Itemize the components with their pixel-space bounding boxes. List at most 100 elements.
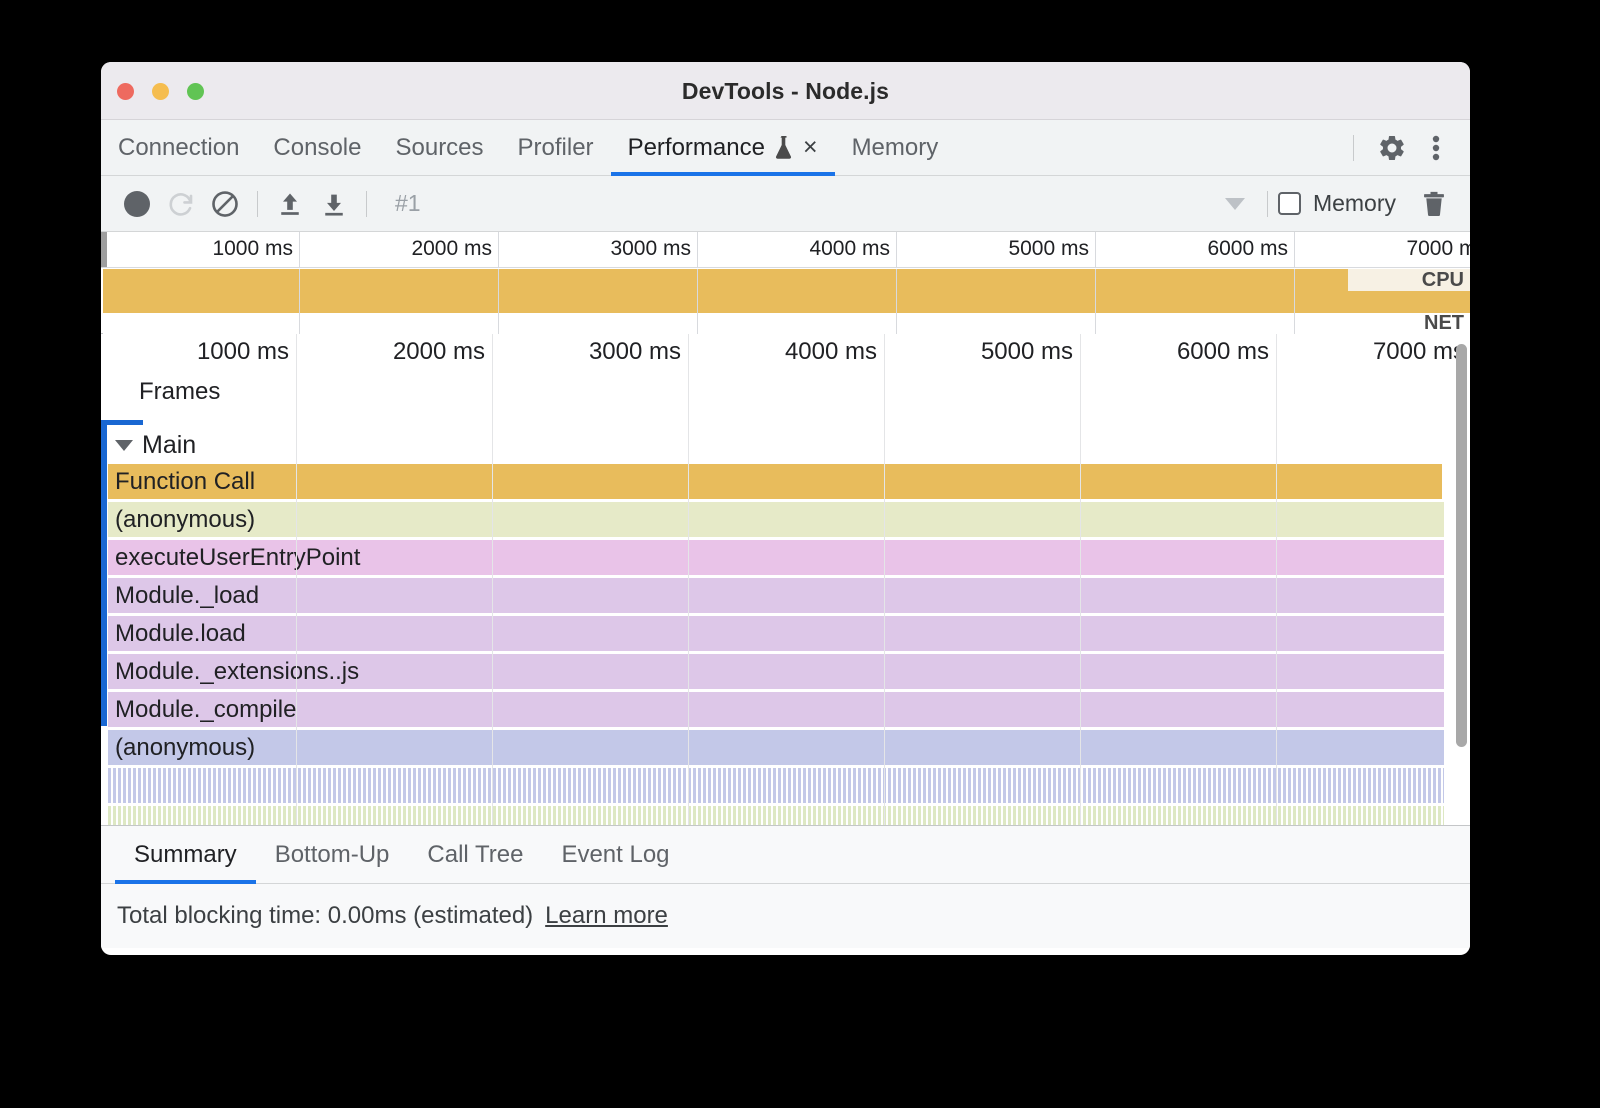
flamechart-tick: 3000 ms: [493, 334, 689, 370]
tab-bottom-up[interactable]: Bottom-Up: [256, 826, 409, 884]
chevron-down-icon[interactable]: [1213, 182, 1257, 226]
close-icon[interactable]: ×: [803, 135, 818, 160]
flamechart-ruler: 1000 ms 2000 ms3000 ms 4000 ms 5000 ms 6000 …: [101, 334, 1470, 370]
panel-tabbar: Connection Console Sources Profiler Perf…: [101, 120, 1470, 176]
flame-bar[interactable]: executeUserEntryPoint: [108, 540, 1444, 575]
learn-more-link[interactable]: Learn more: [545, 902, 668, 930]
overview-tick-label: 3000 ms: [610, 237, 691, 261]
flame-bar-label: (anonymous): [115, 734, 255, 762]
main-track-header[interactable]: Main: [101, 426, 196, 464]
overview-tick-label: 4000 ms: [809, 237, 890, 261]
window-title: DevTools - Node.js: [101, 78, 1470, 105]
clear-no-entry-icon[interactable]: [203, 182, 247, 226]
cpu-track-label: CPU: [1422, 269, 1464, 291]
tabbar-actions: [1339, 128, 1470, 168]
tab-console[interactable]: Console: [256, 120, 378, 176]
flamechart-tick: 7000 ms: [1277, 334, 1470, 370]
overview-tick-label: 6000 ms: [1207, 237, 1288, 261]
overview-tick: 4000 ms: [698, 232, 897, 268]
flamechart-gridline: [688, 334, 689, 825]
overview-tick-label: 2000 ms: [411, 237, 492, 261]
vertical-scrollbar[interactable]: [1456, 344, 1467, 747]
flame-bar[interactable]: Module._load: [108, 578, 1444, 613]
flask-icon: [774, 135, 794, 161]
overview-tick: 3000 ms: [499, 232, 698, 268]
tab-profiler-label: Profiler: [518, 134, 594, 162]
overview-gridline: [299, 269, 300, 334]
window-titlebar: DevTools - Node.js: [101, 62, 1470, 120]
flame-bar-label: Module._extensions..js: [115, 658, 359, 686]
profile-id-label: #1: [395, 190, 421, 217]
net-track[interactable]: [103, 313, 1470, 334]
overview-ruler: 1000 ms2000 ms3000 ms4000 ms5000 ms6000 …: [101, 232, 1470, 268]
tab-summary[interactable]: Summary: [115, 826, 256, 884]
trash-icon[interactable]: [1412, 182, 1456, 226]
main-track-accent-stub: [101, 420, 143, 425]
reload-icon[interactable]: [159, 182, 203, 226]
overview-gridline: [896, 269, 897, 334]
overview-tick: 1000 ms: [101, 232, 300, 268]
flamechart-gridline: [1080, 334, 1081, 825]
gear-icon[interactable]: [1372, 128, 1412, 168]
tab-call-tree[interactable]: Call Tree: [408, 826, 542, 884]
flamechart-tick-label: 5000 ms: [981, 338, 1073, 366]
total-blocking-time-text: Total blocking time: 0.00ms (estimated): [117, 902, 533, 930]
flame-bar-striped[interactable]: [108, 768, 1444, 803]
flame-bar[interactable]: Module.load: [108, 616, 1444, 651]
divider: [366, 191, 367, 217]
flamechart-tick: 6000 ms: [1081, 334, 1277, 370]
flame-bar[interactable]: Module._extensions..js: [108, 654, 1444, 689]
overview-gridline: [1294, 269, 1295, 334]
tab-connection-label: Connection: [118, 134, 239, 162]
overview-tick-label: 1000 ms: [212, 237, 293, 261]
memory-checkbox[interactable]: [1278, 192, 1301, 215]
flamechart-tick: 5000 ms: [885, 334, 1081, 370]
flame-bar-striped[interactable]: [108, 806, 1444, 826]
flame-bar-label: Module._compile: [115, 696, 296, 724]
flame-bar[interactable]: Module._compile: [108, 692, 1444, 727]
chevron-down-icon[interactable]: [115, 440, 133, 451]
record-circle-icon[interactable]: [115, 182, 159, 226]
tab-profiler[interactable]: Profiler: [501, 120, 611, 176]
overview-gridline: [1095, 269, 1096, 334]
flame-bar[interactable]: (anonymous): [108, 502, 1444, 537]
flame-chart-pane[interactable]: 1000 ms 2000 ms3000 ms 4000 ms 5000 ms 6000 …: [101, 334, 1470, 826]
frames-track[interactable]: [101, 374, 1470, 416]
tab-performance-label: Performance: [628, 134, 765, 162]
tab-event-log[interactable]: Event Log: [542, 826, 688, 884]
divider: [1267, 191, 1268, 217]
divider: [257, 191, 258, 217]
tab-performance[interactable]: Performance ×: [611, 120, 835, 176]
overview-gridline: [498, 269, 499, 334]
overview-tick: 7000 ms: [1295, 232, 1470, 268]
timeline-overview[interactable]: 1000 ms2000 ms3000 ms4000 ms5000 ms6000 …: [101, 232, 1470, 334]
flamechart-tick-label: 1000 ms: [197, 338, 289, 366]
divider: [1353, 135, 1354, 161]
flame-bar[interactable]: (anonymous): [108, 730, 1444, 765]
upload-profile-icon[interactable]: [268, 182, 312, 226]
frames-track-label: Frames: [139, 378, 220, 406]
overview-tick: 6000 ms: [1096, 232, 1295, 268]
flamechart-gridline: [884, 334, 885, 825]
tab-console-label: Console: [273, 134, 361, 162]
net-track-label: NET: [1424, 312, 1464, 334]
flamechart-tick: 2000 ms: [297, 334, 493, 370]
tab-connection[interactable]: Connection: [101, 120, 256, 176]
flamechart-tick: 1000 ms: [101, 334, 297, 370]
flame-bar-label: Function Call: [115, 468, 255, 496]
tab-memory[interactable]: Memory: [835, 120, 956, 176]
cpu-track[interactable]: [103, 269, 1470, 313]
flamechart-tick: 4000 ms: [689, 334, 885, 370]
download-profile-icon[interactable]: [312, 182, 356, 226]
main-track-accent: [101, 420, 107, 726]
overview-tick: 2000 ms: [300, 232, 499, 268]
summary-statusbar: Total blocking time: 0.00ms (estimated) …: [101, 884, 1470, 948]
tab-call-tree-label: Call Tree: [427, 841, 523, 869]
tab-summary-label: Summary: [134, 841, 237, 869]
tab-sources[interactable]: Sources: [378, 120, 500, 176]
flame-bar[interactable]: Function Call: [108, 464, 1442, 499]
kebab-menu-icon[interactable]: [1416, 128, 1456, 168]
flamechart-tick-label: 4000 ms: [785, 338, 877, 366]
tab-sources-label: Sources: [395, 134, 483, 162]
memory-checkbox-group[interactable]: Memory: [1278, 190, 1396, 217]
